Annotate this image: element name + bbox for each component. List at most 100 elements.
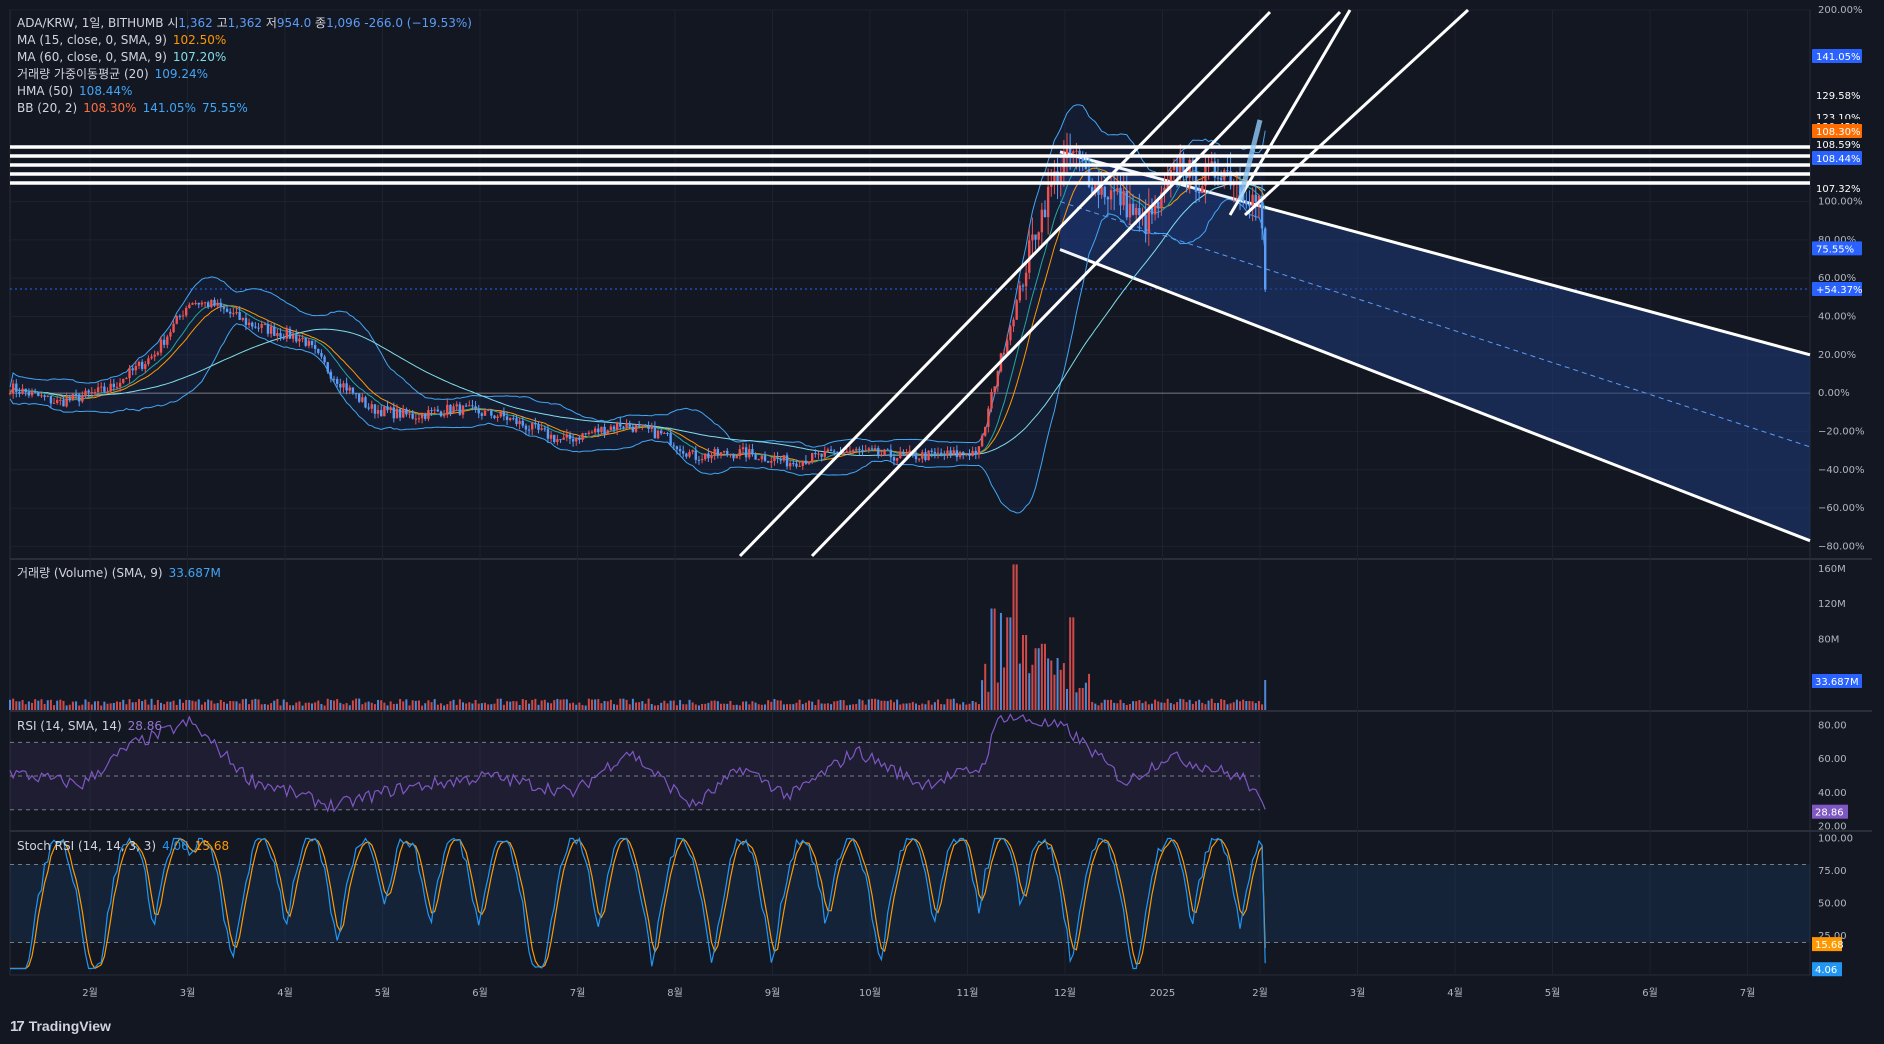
- ohlc-open: 시1,362: [167, 16, 213, 30]
- candle-body: [641, 424, 644, 426]
- volume-bar: [433, 699, 436, 710]
- volume-bar: [389, 701, 392, 710]
- volume-bar: [581, 705, 584, 710]
- candle-body: [917, 458, 921, 460]
- candle-body: [1251, 194, 1254, 207]
- candle-body: [269, 326, 273, 334]
- candle-body: [383, 406, 386, 417]
- candle-body: [244, 317, 248, 325]
- candle-body: [892, 457, 896, 461]
- volume-bar: [449, 701, 452, 710]
- candle-body: [713, 449, 716, 456]
- volume-bar: [137, 699, 140, 710]
- legend-vwma[interactable]: 거래량 가중이동평균 (20) 109.24%: [17, 66, 472, 83]
- candle-body: [118, 382, 122, 387]
- volume-bar: [874, 698, 877, 710]
- candle-body: [238, 311, 241, 320]
- candle-body: [518, 420, 521, 425]
- candle-body: [49, 395, 53, 404]
- volume-bar: [550, 703, 553, 710]
- volume-pane: 160M 120M 80M 33.687M: [9, 564, 1862, 710]
- x-tick-label: 5월: [1545, 987, 1561, 999]
- candle-body: [817, 453, 820, 455]
- stoch-tick-label: 75.00: [1818, 866, 1847, 877]
- legend-ma15[interactable]: MA (15, close, 0, SMA, 9) 102.50%: [17, 32, 472, 49]
- tradingview-brand[interactable]: 17 TradingView: [10, 1016, 111, 1036]
- legend-bb[interactable]: BB (20, 2) 108.30% 141.05% 75.55%: [17, 100, 472, 117]
- volume-bar: [1223, 699, 1226, 710]
- legend-hma[interactable]: HMA (50) 108.44%: [17, 83, 472, 100]
- volume-tick-label: 120M: [1818, 599, 1846, 610]
- candle-body: [685, 453, 688, 457]
- candle-body: [329, 371, 333, 379]
- volume-bar: [603, 700, 606, 710]
- x-tick-label: 2025: [1150, 988, 1175, 999]
- candle-body: [370, 404, 373, 409]
- volume-bar: [949, 699, 952, 710]
- candle-body: [345, 383, 348, 391]
- x-tick-label: 3월: [1350, 987, 1366, 999]
- candle-body: [823, 451, 826, 457]
- volume-bar: [1182, 699, 1185, 710]
- stoch-rsi-legend[interactable]: Stoch RSI (14, 14, 3, 3) 4.06 15.68: [17, 838, 229, 855]
- candle-body: [933, 451, 937, 454]
- volume-bar: [1166, 698, 1169, 710]
- volume-bar: [1034, 648, 1037, 710]
- candle-body: [939, 452, 943, 455]
- volume-bar: [1157, 701, 1160, 710]
- candle-body: [1012, 319, 1015, 327]
- candle-body: [106, 391, 109, 393]
- volume-bar: [833, 701, 836, 710]
- volume-bar: [757, 704, 760, 710]
- volume-bar: [858, 699, 861, 710]
- candle-body: [122, 378, 125, 383]
- volume-bar: [147, 704, 150, 710]
- volume-bar: [672, 700, 675, 710]
- candle-body: [886, 449, 889, 451]
- candle-body: [659, 430, 663, 434]
- volume-bar: [178, 699, 181, 710]
- candle-body: [971, 450, 974, 457]
- volume-bar: [883, 700, 886, 710]
- volume-bar: [103, 701, 106, 710]
- volume-bar: [273, 700, 276, 710]
- rsi-legend[interactable]: RSI (14, SMA, 14) 28.86: [17, 718, 162, 735]
- candle-body: [175, 316, 178, 324]
- candle-body: [508, 418, 512, 420]
- volume-bar: [487, 704, 490, 710]
- volume-bar: [1031, 664, 1034, 710]
- candle-body: [924, 452, 927, 461]
- candle-body: [540, 428, 543, 430]
- volume-bar: [1150, 703, 1153, 710]
- volume-bar: [386, 705, 389, 710]
- candle-body: [515, 418, 518, 425]
- volume-bar: [804, 702, 807, 710]
- chart-canvas[interactable]: 2월 3월 4월 5월 6월 7월 8월 9월 10월 11월 12월 2025 2월 3월 4월 5월 6월 7…: [0, 0, 1884, 1044]
- stoch-rsi-pane: 100.0075.0050.0025.0015.684.06: [10, 834, 1853, 977]
- candle-body: [930, 450, 933, 452]
- volume-bar: [688, 699, 691, 710]
- volume-bar: [1176, 702, 1179, 710]
- volume-bar: [56, 700, 59, 710]
- volume-bar: [484, 702, 487, 710]
- volume-bar: [364, 702, 367, 710]
- candle-body: [754, 454, 757, 460]
- candle-body: [219, 302, 222, 308]
- candle-body: [946, 450, 949, 456]
- volume-legend[interactable]: 거래량 (Volume) (SMA, 9) 33.687M: [17, 565, 221, 582]
- volume-bar: [439, 703, 442, 710]
- volume-bar: [109, 703, 112, 710]
- volume-bar: [1053, 674, 1056, 710]
- candle-body: [738, 449, 742, 457]
- candle-body: [131, 368, 134, 371]
- volume-bar: [540, 700, 543, 710]
- candle-body: [339, 383, 342, 388]
- volume-bar: [1179, 698, 1182, 710]
- legend-ma60[interactable]: MA (60, close, 0, SMA, 9) 107.20%: [17, 49, 472, 66]
- rsi-tick-label: 80.00: [1818, 720, 1847, 731]
- candle-body: [1264, 228, 1267, 290]
- volume-bar: [977, 704, 980, 710]
- volume-bar: [452, 699, 455, 710]
- volume-bar: [1028, 673, 1031, 710]
- volume-bar: [373, 704, 376, 710]
